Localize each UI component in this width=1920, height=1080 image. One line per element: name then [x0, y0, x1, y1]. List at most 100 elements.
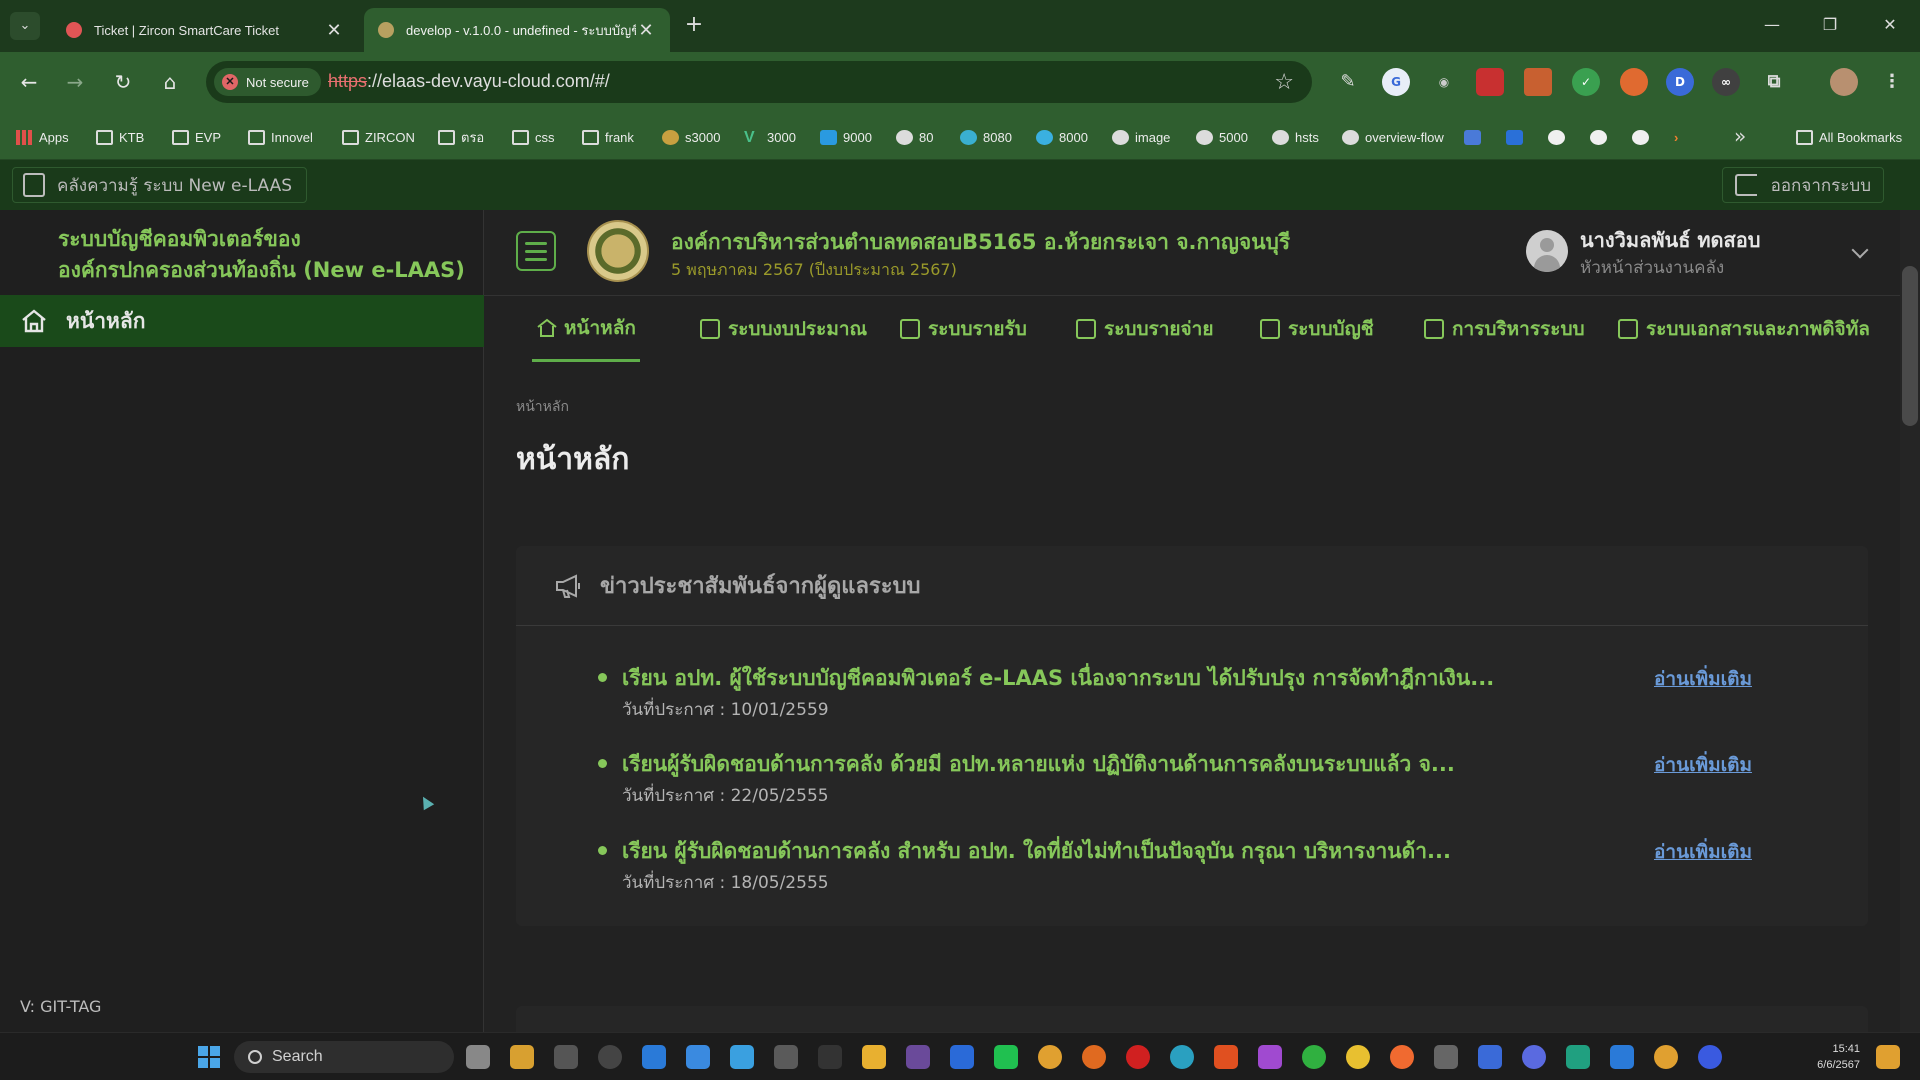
bookmark-3000[interactable]: V 3000 — [744, 126, 796, 148]
browser-tab-ticket[interactable]: Ticket | Zircon SmartCare Ticket ✕ — [52, 8, 358, 52]
app-icon[interactable] — [1698, 1045, 1722, 1069]
url-text[interactable]: https://elaas-dev.vayu-cloud.com/#/ — [328, 71, 610, 92]
postman-icon[interactable] — [1390, 1045, 1414, 1069]
address-bar[interactable]: ✕ Not secure https://elaas-dev.vayu-clou… — [206, 61, 1312, 103]
copilot-icon[interactable] — [598, 1045, 622, 1069]
wechat-icon[interactable] — [1302, 1045, 1326, 1069]
bookmark-folder-frank[interactable]: frank — [582, 126, 634, 148]
brave-icon[interactable] — [1214, 1045, 1238, 1069]
reload-icon[interactable]: ↻ — [108, 67, 138, 97]
news-title[interactable]: เรียนผู้รับผิดชอบด้านการคลัง ด้วยมี อปท.… — [622, 748, 1552, 781]
user-avatar[interactable] — [1526, 230, 1568, 272]
logout-button[interactable]: ออกจากระบบ — [1721, 167, 1884, 203]
widgets-icon[interactable] — [510, 1045, 534, 1069]
bookmark-trello[interactable] — [1506, 126, 1529, 148]
menu-dots-icon[interactable]: ⋮ — [1878, 68, 1906, 96]
profile-avatar-icon[interactable] — [1830, 68, 1858, 96]
bookmark-google-2[interactable] — [1590, 126, 1613, 148]
breadcrumb[interactable]: หน้าหลัก — [516, 396, 569, 418]
bookmark-folder-ktb[interactable]: KTB — [96, 126, 144, 148]
windows-start-icon[interactable] — [198, 1046, 220, 1068]
app-icon[interactable] — [554, 1045, 578, 1069]
read-more-link[interactable]: อ่านเพิ่มเติม — [1654, 664, 1752, 694]
bookmark-overview-flow[interactable]: overview-flow — [1342, 126, 1444, 148]
more-bookmarks-icon[interactable]: » — [1734, 124, 1746, 148]
defender-icon[interactable] — [686, 1045, 710, 1069]
read-more-link[interactable]: อ่านเพิ่มเติม — [1654, 837, 1752, 867]
tab-expense[interactable]: ระบบรายจ่าย — [1072, 296, 1217, 362]
bookmark-5000[interactable]: 5000 — [1196, 126, 1248, 148]
bookmark-google-3[interactable] — [1632, 126, 1655, 148]
shield-extension-icon[interactable]: ✓ — [1572, 68, 1600, 96]
chrome-icon[interactable] — [1654, 1045, 1678, 1069]
edge-icon[interactable] — [1170, 1045, 1194, 1069]
orange-extension-icon[interactable] — [1620, 68, 1648, 96]
bookmark-folder-evp[interactable]: EVP — [172, 126, 221, 148]
home-icon[interactable]: ⌂ — [155, 67, 185, 97]
file-explorer-icon[interactable] — [862, 1045, 886, 1069]
translate-extension-icon[interactable]: G — [1382, 68, 1410, 96]
read-more-link[interactable]: อ่านเพิ่มเติม — [1654, 750, 1752, 780]
scrollbar[interactable] — [1900, 210, 1920, 1032]
app-icon[interactable] — [774, 1045, 798, 1069]
flag-extension-icon[interactable] — [1524, 68, 1552, 96]
sidebar-item-home[interactable]: หน้าหลัก — [0, 295, 484, 347]
news-title[interactable]: เรียน อปท. ผู้ใช้ระบบบัญชีคอมพิวเตอร์ e-… — [622, 662, 1552, 695]
bookmark-star-icon[interactable]: ☆ — [1274, 70, 1294, 95]
app-icon[interactable] — [950, 1045, 974, 1069]
bookmark-folder-zircon[interactable]: ZIRCON — [342, 126, 415, 148]
bookmark-hsts[interactable]: hsts — [1272, 126, 1319, 148]
line-icon[interactable] — [994, 1045, 1018, 1069]
forward-icon[interactable]: → — [60, 67, 90, 97]
bookmark-8000[interactable]: 8000 — [1036, 126, 1088, 148]
tab-administration[interactable]: การบริหารระบบ — [1420, 296, 1589, 362]
camera-extension-icon[interactable]: ◉ — [1430, 68, 1458, 96]
bookmark-arrow[interactable]: › — [1674, 126, 1697, 148]
bookmark-80[interactable]: 80 — [896, 126, 933, 148]
bookmark-9000[interactable]: 9000 — [820, 126, 872, 148]
bookmark-folder-css[interactable]: css — [512, 126, 555, 148]
app-icon[interactable] — [1434, 1045, 1458, 1069]
app-icon[interactable] — [906, 1045, 930, 1069]
pen-extension-icon[interactable]: ✎ — [1334, 68, 1362, 96]
opera-icon[interactable] — [1126, 1045, 1150, 1069]
chart-app-icon[interactable] — [818, 1045, 842, 1069]
minimize-button[interactable]: — — [1752, 10, 1792, 40]
app-icon[interactable] — [730, 1045, 754, 1069]
hamburger-menu-button[interactable] — [516, 231, 556, 271]
bookmark-image[interactable]: image — [1112, 126, 1170, 148]
tab-documents[interactable]: ระบบเอกสารและภาพดิจิทัล — [1614, 296, 1874, 362]
knowledge-base-link[interactable]: คลังความรู้ ระบบ New e-LAAS — [12, 167, 308, 203]
vscode-icon[interactable] — [642, 1045, 666, 1069]
taskbar-search[interactable]: Search — [234, 1041, 454, 1073]
news-title[interactable]: เรียน ผู้รับผิดชอบด้านการคลัง สำหรับ อปท… — [622, 835, 1552, 868]
all-bookmarks[interactable]: All Bookmarks — [1796, 126, 1902, 148]
chevron-down-icon[interactable] — [1851, 241, 1869, 259]
figma-icon[interactable] — [1258, 1045, 1282, 1069]
tab-home[interactable]: หน้าหลัก — [532, 296, 640, 362]
chrome-icon[interactable] — [1038, 1045, 1062, 1069]
close-tab-icon[interactable]: ✕ — [636, 20, 656, 41]
vscode-insiders-icon[interactable] — [1566, 1045, 1590, 1069]
glasses-extension-icon[interactable]: ∞ — [1712, 68, 1740, 96]
vscode-icon[interactable] — [1610, 1045, 1634, 1069]
taskbar-clock[interactable]: 15:41 6/6/2567 — [1800, 1041, 1860, 1073]
tab-accounting[interactable]: ระบบบัญชี — [1256, 296, 1378, 362]
close-tab-icon[interactable]: ✕ — [324, 20, 344, 41]
tab-search-button[interactable]: ⌄ — [10, 12, 40, 40]
close-window-button[interactable]: ✕ — [1870, 10, 1910, 40]
firefox-icon[interactable] — [1082, 1045, 1106, 1069]
bookmark-s3000[interactable]: s3000 — [662, 126, 720, 148]
back-icon[interactable]: ← — [14, 67, 44, 97]
bookmark-apps[interactable]: Apps — [16, 126, 69, 148]
red-extension-icon[interactable] — [1476, 68, 1504, 96]
restore-button[interactable]: ❐ — [1810, 10, 1850, 40]
bookmark-google-1[interactable] — [1548, 126, 1571, 148]
discord-icon[interactable] — [1522, 1045, 1546, 1069]
user-name[interactable]: นางวิมลพันธ์ ทดสอบ — [1580, 224, 1760, 256]
bookmark-translate[interactable] — [1464, 126, 1487, 148]
browser-tab-develop[interactable]: develop - v.1.0.0 - undefined - ระบบบัญช… — [364, 8, 670, 52]
security-indicator[interactable]: ✕ Not secure — [214, 68, 321, 96]
copilot-icon[interactable] — [1876, 1045, 1900, 1069]
new-tab-button[interactable]: + — [680, 12, 708, 40]
